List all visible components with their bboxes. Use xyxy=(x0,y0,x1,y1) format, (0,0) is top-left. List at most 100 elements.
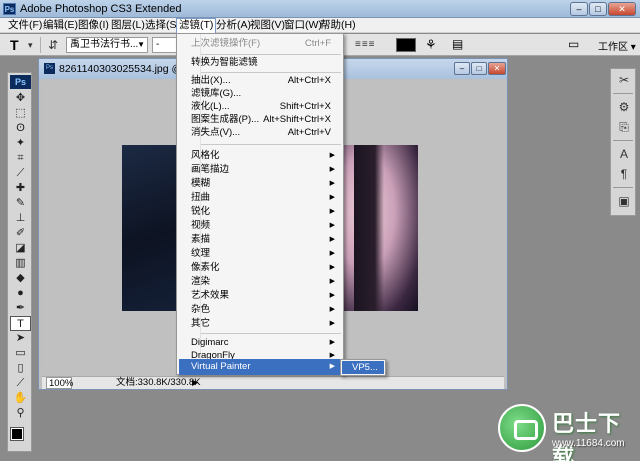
menu-item-video[interactable]: 视频 ▶ xyxy=(179,219,341,232)
menu-item-digimarc[interactable]: Digimarc ▶ xyxy=(179,336,341,349)
filter-menu: 上次滤镜操作(F) Ctrl+F 转换为智能滤镜 抽出(X)... Alt+Ct… xyxy=(176,33,344,375)
magic-wand-tool-icon[interactable]: ✦ xyxy=(10,136,31,151)
blur-tool-icon[interactable]: ◆ xyxy=(10,271,31,286)
menu-item-vp5[interactable]: VP5... xyxy=(342,361,384,374)
menu-item-brush-strokes[interactable]: 画笔描边 ▶ xyxy=(179,163,341,176)
zoom-tool-icon[interactable]: ⚲ xyxy=(10,406,31,421)
menu-item-label: 视频 xyxy=(191,220,211,231)
color-swatches[interactable] xyxy=(10,427,29,448)
menu-item-filter-gallery[interactable]: 滤镜库(G)... xyxy=(179,87,341,100)
menu-separator xyxy=(201,72,341,73)
healing-brush-tool-icon[interactable]: ✚ xyxy=(10,181,31,196)
menu-item-label: 艺术效果 xyxy=(191,290,230,301)
app-title: Adobe Photoshop CS3 Extended xyxy=(20,3,182,15)
type-tool-icon[interactable]: T xyxy=(10,316,31,331)
collapsed-panels: ✂ ⚙ ⎘ A ¶ ▣ xyxy=(610,68,636,216)
document-maximize-button[interactable]: □ xyxy=(471,62,487,75)
menu-item-blur[interactable]: 模糊 ▶ xyxy=(179,177,341,190)
menu-item-extract[interactable]: 抽出(X)... Alt+Ctrl+X xyxy=(179,74,341,87)
brush-tool-icon[interactable]: ✎ xyxy=(10,196,31,211)
navigator-icon[interactable]: ✂ xyxy=(613,71,635,89)
eyedropper-tool-icon[interactable]: ⟋ xyxy=(10,376,31,391)
menu-item-sketch[interactable]: 素描 ▶ xyxy=(179,233,341,246)
text-align-icons[interactable]: ≡≡≡ xyxy=(355,39,376,50)
font-family-select[interactable]: 禹卫书法行书... ▼ xyxy=(66,37,148,53)
tool-presets-icon[interactable]: ⚙ xyxy=(613,98,635,116)
menu-item-shortcut: Alt+Ctrl+V xyxy=(287,127,331,138)
menu-item-texture[interactable]: 纹理 ▶ xyxy=(179,247,341,260)
hand-tool-icon[interactable]: ✋ xyxy=(10,391,31,406)
document-minimize-button[interactable]: – xyxy=(454,62,470,75)
lasso-tool-icon[interactable]: ʘ xyxy=(10,121,31,136)
menu-item-shortcut: Alt+Shift+Ctrl+X xyxy=(263,114,331,125)
toolbox: Ps ✥ ⬚ ʘ ✦ ⌗ ⟋ ✚ ✎ ⊥ ✐ ◪ ▥ ◆ ● ✒ T ➤ ▭ ▯… xyxy=(7,72,32,452)
history-brush-tool-icon[interactable]: ✐ xyxy=(10,226,31,241)
menu-item-virtual-painter[interactable]: Virtual Painter ▶ xyxy=(179,359,341,375)
menu-item-other[interactable]: 其它 ▶ xyxy=(179,317,341,330)
watermark: 巴士下载 www.11684.com xyxy=(496,402,640,461)
submenu-arrow-icon: ▶ xyxy=(329,166,335,173)
minimize-button[interactable]: – xyxy=(570,2,588,16)
submenu-arrow-icon: ▶ xyxy=(329,292,335,299)
menu-item-last-filter[interactable]: 上次滤镜操作(F) Ctrl+F xyxy=(179,37,341,50)
menu-item-convert-smart-filter[interactable]: 转换为智能滤镜 xyxy=(179,56,341,69)
menu-help[interactable]: 帮助(H) xyxy=(318,19,358,32)
menu-item-pixelate[interactable]: 像素化 ▶ xyxy=(179,261,341,274)
menu-image[interactable]: 图像(I) xyxy=(76,19,111,32)
maximize-button[interactable]: □ xyxy=(589,2,607,16)
character-palette-icon[interactable]: ▤ xyxy=(452,37,463,51)
foreground-color[interactable] xyxy=(10,427,24,441)
menu-item-shortcut: Alt+Ctrl+X xyxy=(287,75,331,86)
menu-filter[interactable]: 滤镜(T) xyxy=(176,18,217,33)
menu-file[interactable]: 文件(F) xyxy=(6,19,44,32)
menu-item-stylize[interactable]: 风格化 ▶ xyxy=(179,149,341,162)
menu-item-shortcut: Shift+Ctrl+X xyxy=(279,101,331,112)
font-family-value: 禹卫书法行书... xyxy=(70,39,139,50)
menu-item-noise[interactable]: 杂色 ▶ xyxy=(179,303,341,316)
menu-layer[interactable]: 图层(L) xyxy=(109,19,147,32)
document-close-button[interactable]: ✕ xyxy=(488,62,506,75)
clone-source-icon[interactable]: ▣ xyxy=(613,192,635,210)
menu-item-label: 渲染 xyxy=(191,276,211,287)
submenu-arrow-icon: ▶ xyxy=(329,152,335,159)
close-button[interactable]: ✕ xyxy=(608,2,636,16)
menu-item-distort[interactable]: 扭曲 ▶ xyxy=(179,191,341,204)
paragraph-panel-icon[interactable]: ¶ xyxy=(613,165,635,183)
panel-separator xyxy=(613,187,633,188)
character-panel-icon[interactable]: A xyxy=(613,145,635,163)
menu-item-render[interactable]: 渲染 ▶ xyxy=(179,275,341,288)
shape-tool-icon[interactable]: ▭ xyxy=(10,346,31,361)
slice-tool-icon[interactable]: ⟋ xyxy=(10,166,31,181)
photo-hair-region xyxy=(354,145,384,311)
layer-comps-icon[interactable]: ⎘ xyxy=(613,118,635,136)
menu-edit[interactable]: 编辑(E) xyxy=(41,19,80,32)
notes-tool-icon[interactable]: ▯ xyxy=(10,361,31,376)
menu-item-pattern-maker[interactable]: 图案生成器(P)... Alt+Shift+Ctrl+X xyxy=(179,113,341,126)
menu-item-label: Virtual Painter xyxy=(191,361,251,372)
dodge-tool-icon[interactable]: ● xyxy=(10,286,31,301)
text-tool-icon[interactable]: T xyxy=(10,37,19,53)
path-selection-tool-icon[interactable]: ➤ xyxy=(10,331,31,346)
text-color-swatch[interactable] xyxy=(396,38,416,52)
tool-preset-arrow-icon[interactable]: ▾ xyxy=(28,40,33,51)
text-orientation-icon[interactable]: ⇵ xyxy=(48,38,58,52)
menu-item-vanishing-point[interactable]: 消失点(V)... Alt+Ctrl+V xyxy=(179,126,341,139)
warp-text-icon[interactable]: ⚘ xyxy=(425,37,437,53)
move-tool-icon[interactable]: ✥ xyxy=(10,91,31,106)
gradient-tool-icon[interactable]: ▥ xyxy=(10,256,31,271)
crop-tool-icon[interactable]: ⌗ xyxy=(10,151,31,166)
menu-item-artistic[interactable]: 艺术效果 ▶ xyxy=(179,289,341,302)
zoom-field[interactable]: 100% xyxy=(46,377,73,389)
eraser-tool-icon[interactable]: ◪ xyxy=(10,241,31,256)
marquee-tool-icon[interactable]: ⬚ xyxy=(10,106,31,121)
menu-item-sharpen[interactable]: 锐化 ▶ xyxy=(179,205,341,218)
submenu-arrow-icon: ▶ xyxy=(329,194,335,201)
menu-item-liquify[interactable]: 液化(L)... Shift+Ctrl+X xyxy=(179,100,341,113)
workspace-menu[interactable]: 工作区 ▾ xyxy=(598,38,636,53)
menu-item-label: 图案生成器(P)... xyxy=(191,114,260,125)
status-menu-arrow-icon[interactable]: ▶ xyxy=(192,377,198,389)
clone-stamp-tool-icon[interactable]: ⊥ xyxy=(10,211,31,226)
brushes-icon[interactable]: ▭ xyxy=(568,37,579,51)
pen-tool-icon[interactable]: ✒ xyxy=(10,301,31,316)
document-icon: Ps xyxy=(44,63,55,74)
